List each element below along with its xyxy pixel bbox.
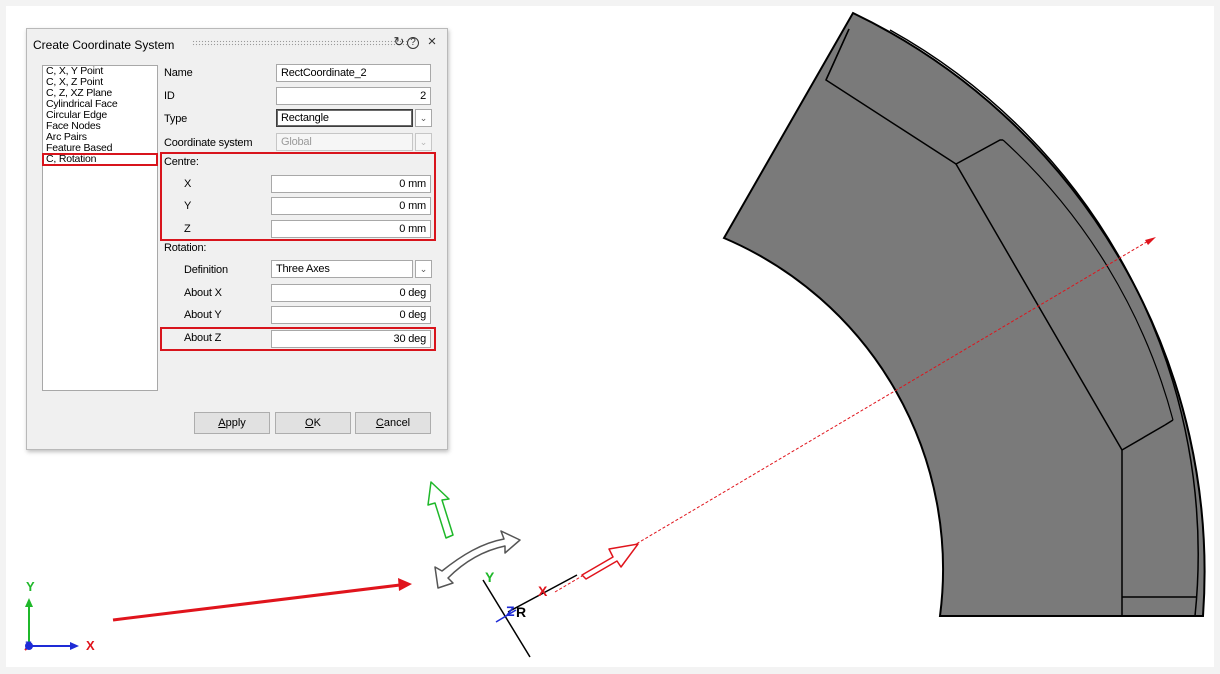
ok-button[interactable]: OK [275,412,351,434]
id-field[interactable]: 2 [276,87,431,105]
method-list[interactable]: C, X, Y Point C, X, Z Point C, Z, XZ Pla… [42,65,158,391]
centre-y-field[interactable]: 0 mm [271,197,431,215]
indicator-arrow-head [398,578,412,591]
about-x-label: About X [184,287,222,299]
x-axis-drag-handle[interactable] [581,543,639,580]
about-z-label: About Z [184,332,222,344]
rotation-section-label: Rotation: [164,242,207,254]
about-z-field[interactable]: 30 deg [271,330,431,348]
about-x-field[interactable]: 0 deg [271,284,431,302]
reset-icon[interactable]: ↻ [392,34,406,50]
method-item-selected[interactable]: C, Rotation [42,153,158,166]
definition-select[interactable]: Three Axes [271,260,413,278]
global-z-label: Z [25,640,32,652]
dialog-title: Create Coordinate System [33,38,175,52]
global-y-arrowhead [25,598,33,607]
triad-x-label: X [538,583,548,599]
ok-label: K [313,417,321,429]
apply-mnemonic: A [218,417,226,429]
definition-dropdown-icon[interactable]: ⌄ [415,260,432,278]
centre-z-label: Z [184,223,191,235]
coordinate-system-dropdown-icon: ⌄ [415,133,432,151]
create-coordinate-system-dialog[interactable]: Create Coordinate System ↻ ? × C, X, Y P… [26,28,448,450]
dialog-drag-grip[interactable] [192,40,409,47]
global-y-label: Y [26,579,35,594]
centre-z-field[interactable]: 0 mm [271,220,431,238]
rotation-handle[interactable] [434,530,521,589]
part-body[interactable] [722,11,1206,617]
x-direction-arrowhead [1145,237,1156,245]
global-x-label: X [86,638,95,653]
definition-label: Definition [184,264,228,276]
ok-mnemonic: O [305,417,314,429]
apply-button[interactable]: Apply [194,412,270,434]
about-y-field[interactable]: 0 deg [271,306,431,324]
cancel-mnemonic: C [375,417,384,429]
y-axis-drag-handle[interactable] [427,481,454,539]
id-label: ID [164,90,175,102]
centre-x-field[interactable]: 0 mm [271,175,431,193]
help-icon[interactable]: ? [407,37,419,49]
indicator-arrow-line [112,583,401,622]
cancel-button[interactable]: Cancel [355,412,431,434]
type-select[interactable]: Rectangle [276,109,413,127]
triad-z-label: Z [506,603,515,619]
apply-label: pply [225,417,246,429]
global-axes-triad: Y X Z [24,579,95,653]
coordinate-system-label: Coordinate system [164,137,253,149]
triad-r-label: R [516,604,526,620]
centre-y-label: Y [184,200,192,212]
triad-y-label: Y [485,569,495,585]
coordinate-system-select: Global [276,133,413,151]
curved-part[interactable] [722,11,1206,617]
global-x-arrowhead [70,642,79,650]
cancel-label: ancel [383,417,411,429]
centre-x-label: X [184,178,192,190]
centre-section-label: Centre: [164,156,199,168]
close-icon[interactable]: × [425,34,439,50]
about-y-label: About Y [184,309,222,321]
type-dropdown-icon[interactable]: ⌄ [415,109,432,127]
name-label: Name [164,67,193,79]
name-field[interactable]: RectCoordinate_2 [276,64,431,82]
type-label: Type [164,113,188,125]
